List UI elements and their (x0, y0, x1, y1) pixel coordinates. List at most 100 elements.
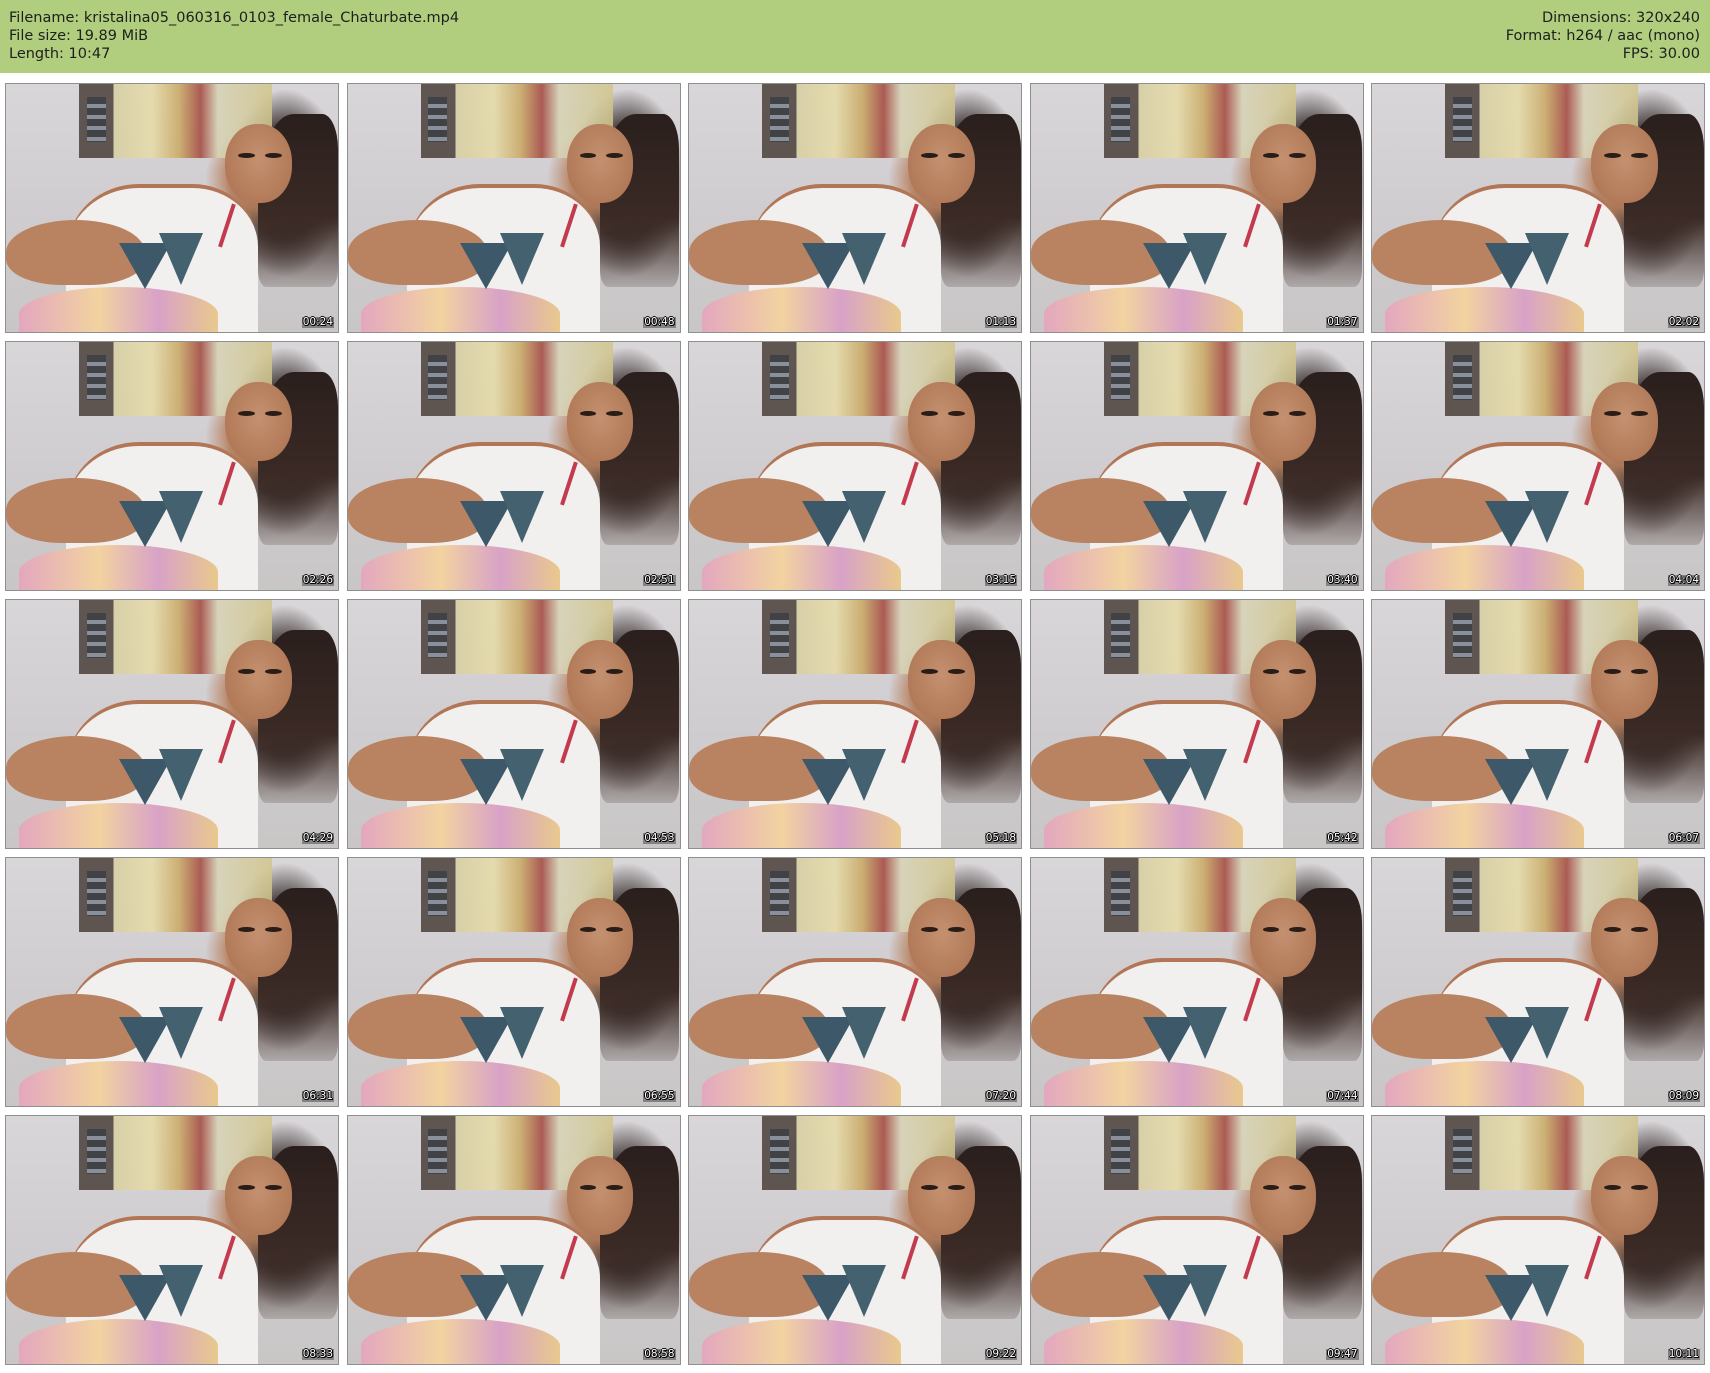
shirt-pattern (1183, 490, 1228, 543)
face-shape (1591, 897, 1658, 978)
shirt-pattern (158, 232, 203, 285)
timestamp-label: 05:42 (1326, 832, 1359, 844)
shirt-pattern (500, 748, 545, 801)
dimensions-text: Dimensions: 320x240 (1541, 10, 1700, 26)
timestamp-label: 06:31 (301, 1090, 334, 1102)
face-shape (225, 381, 292, 462)
timestamp-label: 00:48 (643, 316, 676, 328)
timestamp-label: 03:40 (1326, 574, 1359, 586)
timestamp-label: 09:22 (984, 1348, 1017, 1360)
video-thumbnail: 10:11 (1371, 1115, 1705, 1365)
thumbnail-grid: 00:24 00:48 01:13 01:37 02:02 02:26 02:51 03:15… (5, 83, 1705, 1365)
face-shape (566, 1155, 633, 1236)
shirt-pattern (841, 490, 886, 543)
face-shape (225, 123, 292, 204)
filename-text: Filename: kristalina05_060316_0103_femal… (9, 10, 460, 26)
video-thumbnail: 02:02 (1371, 83, 1705, 333)
timestamp-label: 02:02 (1667, 316, 1700, 328)
timestamp-label: 06:55 (643, 1090, 676, 1102)
skirt-shape (360, 803, 560, 848)
timestamp-label: 09:47 (1326, 1348, 1359, 1360)
video-thumbnail: 05:18 (688, 599, 1022, 849)
video-thumbnail: 08:09 (1371, 857, 1705, 1107)
shirt-pattern (841, 1264, 886, 1317)
face-shape (908, 381, 975, 462)
face-shape (908, 123, 975, 204)
shirt-pattern (1183, 748, 1228, 801)
video-thumbnail: 07:20 (688, 857, 1022, 1107)
video-thumbnail: 05:42 (1029, 599, 1364, 849)
video-thumbnail: 06:31 (5, 857, 339, 1107)
shirt-pattern (1524, 1264, 1569, 1317)
file-info-right: Dimensions: 320x240 Format: h264 / aac (… (1506, 9, 1700, 63)
video-thumbnail: 01:13 (688, 83, 1022, 333)
skirt-shape (1385, 545, 1585, 590)
skirt-shape (19, 287, 219, 332)
skirt-shape (19, 803, 219, 848)
timestamp-label: 01:13 (984, 316, 1017, 328)
format-text: Format: h264 / aac (mono) (1505, 28, 1700, 44)
timestamp-label: 04:04 (1667, 574, 1700, 586)
video-thumbnail: 08:33 (5, 1115, 339, 1365)
timestamp-label: 01:37 (1326, 316, 1359, 328)
skirt-shape (360, 545, 560, 590)
skirt-shape (1385, 287, 1585, 332)
face-shape (1249, 897, 1316, 978)
skirt-shape (702, 287, 902, 332)
shirt-pattern (158, 1006, 203, 1059)
shirt-pattern (500, 1264, 545, 1317)
video-thumbnail: 08:58 (346, 1115, 681, 1365)
shirt-pattern (1524, 490, 1569, 543)
video-thumbnail: 04:29 (5, 599, 339, 849)
timestamp-label: 07:20 (984, 1090, 1017, 1102)
shirt-pattern (500, 232, 545, 285)
skirt-shape (19, 545, 219, 590)
skirt-shape (1043, 1061, 1243, 1106)
shirt-pattern (1524, 1006, 1569, 1059)
timestamp-label: 10:11 (1667, 1348, 1700, 1360)
timestamp-label: 07:44 (1326, 1090, 1359, 1102)
skirt-shape (360, 1061, 560, 1106)
face-shape (566, 897, 633, 978)
video-thumbnail: 00:24 (5, 83, 339, 333)
skirt-shape (1043, 545, 1243, 590)
face-shape (1591, 381, 1658, 462)
skirt-shape (19, 1061, 219, 1106)
shirt-pattern (1524, 748, 1569, 801)
skirt-shape (1043, 1319, 1243, 1364)
shirt-pattern (1183, 232, 1228, 285)
video-thumbnail: 02:26 (5, 341, 339, 591)
skirt-shape (360, 1319, 560, 1364)
timestamp-label: 00:24 (301, 316, 334, 328)
face-shape (1591, 639, 1658, 720)
shirt-pattern (841, 1006, 886, 1059)
timestamp-label: 08:58 (643, 1348, 676, 1360)
skirt-shape (1385, 1061, 1585, 1106)
timestamp-label: 06:07 (1667, 832, 1700, 844)
video-thumbnail: 04:04 (1371, 341, 1705, 591)
face-shape (908, 1155, 975, 1236)
face-shape (1591, 1155, 1658, 1236)
video-thumbnail: 07:44 (1029, 857, 1364, 1107)
fps-text: FPS: 30.00 (1622, 46, 1700, 62)
shirt-pattern (158, 1264, 203, 1317)
skirt-shape (1043, 803, 1243, 848)
video-thumbnail: 06:07 (1371, 599, 1705, 849)
face-shape (225, 639, 292, 720)
length-text: Length: 10:47 (9, 46, 111, 62)
face-shape (566, 123, 633, 204)
shirt-pattern (1183, 1264, 1228, 1317)
face-shape (1249, 1155, 1316, 1236)
timestamp-label: 03:15 (984, 574, 1017, 586)
skirt-shape (1385, 803, 1585, 848)
skirt-shape (702, 1319, 902, 1364)
video-thumbnail: 04:53 (346, 599, 681, 849)
face-shape (566, 381, 633, 462)
face-shape (225, 897, 292, 978)
shirt-pattern (841, 232, 886, 285)
timestamp-label: 04:29 (301, 832, 334, 844)
skirt-shape (19, 1319, 219, 1364)
shirt-pattern (1524, 232, 1569, 285)
video-thumbnail: 02:51 (346, 341, 681, 591)
face-shape (1249, 381, 1316, 462)
